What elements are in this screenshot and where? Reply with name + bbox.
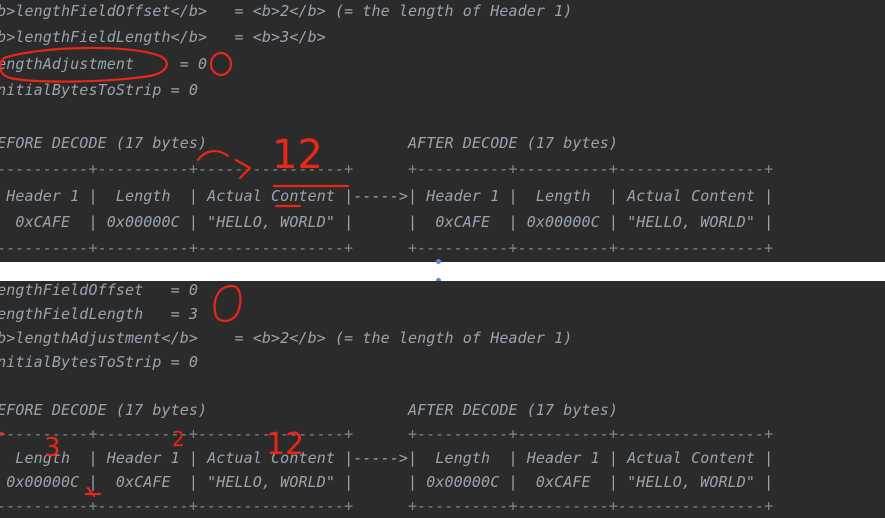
table-border-line: +----------+----------+----------------+… [0, 160, 774, 178]
code-line: BEFORE DECODE (17 bytes) AFTER DECODE (1… [0, 401, 619, 419]
resize-handle[interactable] [436, 259, 441, 264]
top-code-panel: <b>lengthFieldOffset</b> = <b>2</b> (= t… [0, 0, 885, 262]
code-line: initialBytesToStrip = 0 [0, 81, 199, 99]
table-value-line: | 0xCAFE | 0x00000C | "HELLO, WORLD" | |… [0, 213, 774, 231]
table-header-line: | Length | Header 1 | Actual Content |--… [0, 449, 774, 467]
code-line: initialBytesToStrip = 0 [0, 353, 199, 371]
code-line: <b>lengthFieldLength</b> = <b>3</b> [0, 28, 326, 46]
code-line: <b>lengthFieldOffset</b> = <b>2</b> (= t… [0, 2, 573, 20]
table-border-line: +----------+----------+----------------+… [0, 497, 774, 515]
table-header-line: | Header 1 | Length | Actual Content |--… [0, 187, 774, 205]
code-line: lengthFieldLength = 3 [0, 305, 199, 323]
bottom-code-panel: lengthFieldOffset = 0 lengthFieldLength … [0, 281, 885, 518]
panel-divider [0, 262, 885, 281]
code-line: lengthFieldOffset = 0 [0, 281, 199, 299]
code-line: BEFORE DECODE (17 bytes) AFTER DECODE (1… [0, 134, 619, 152]
table-border-line: +----------+----------+----------------+… [0, 239, 774, 257]
table-border-line: +----------+----------+----------------+… [0, 425, 774, 443]
table-value-line: | 0x00000C | 0xCAFE | "HELLO, WORLD" | |… [0, 473, 774, 491]
code-line: <b>lengthAdjustment</b> = <b>2</b> (= th… [0, 329, 573, 347]
code-line: lengthAdjustment = 0 [0, 55, 208, 73]
